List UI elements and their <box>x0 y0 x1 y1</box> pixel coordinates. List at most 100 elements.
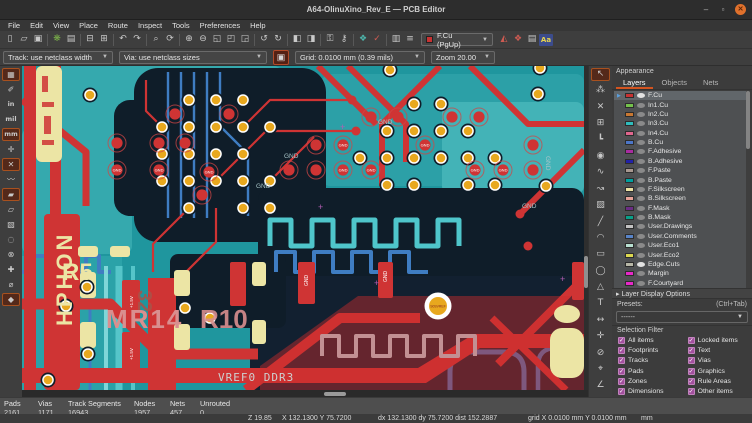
add-text-icon[interactable]: T <box>591 297 610 310</box>
layer-color-swatch[interactable] <box>625 281 634 286</box>
layer-visibility-eye-icon[interactable] <box>637 187 645 192</box>
layer-row-f-mask[interactable]: F.Mask <box>614 204 750 213</box>
canvas-horizontal-scrollbar[interactable] <box>22 390 588 397</box>
units-mm-icon[interactable]: mm <box>2 128 20 141</box>
checkbox-checked[interactable]: ✓ <box>618 337 625 344</box>
layer-color-swatch[interactable] <box>625 206 634 211</box>
checkbox-checked[interactable]: ✓ <box>618 378 625 385</box>
layer-color-swatch[interactable] <box>625 93 634 98</box>
layer-visibility-eye-icon[interactable] <box>637 281 645 286</box>
layer-color-swatch[interactable] <box>625 112 634 117</box>
local-ratsnest-icon[interactable]: ✕ <box>591 101 610 114</box>
find-icon[interactable]: ⌕ <box>149 32 163 47</box>
high-contrast-mode-icon[interactable]: ◆ <box>2 293 20 306</box>
layer-visibility-eye-icon[interactable] <box>637 140 645 145</box>
layer-color-swatch[interactable] <box>625 168 634 173</box>
menu-view[interactable]: View <box>48 21 74 30</box>
text-variables-icon[interactable]: Aa <box>539 34 553 46</box>
grid-settings-icon[interactable]: ✐ <box>2 83 20 96</box>
layer-row-b-silkscreen[interactable]: B.Silkscreen <box>614 194 750 203</box>
grid-dropdown[interactable]: Grid: 0.0100 mm (0.39 mils)▼ <box>295 51 425 64</box>
draw-zone-icon[interactable]: ▨ <box>591 199 610 212</box>
via-size-dropdown[interactable]: Via: use netclass sizes▼ <box>119 51 267 64</box>
layer-color-swatch[interactable] <box>625 159 634 164</box>
active-layer-dropdown[interactable]: F.Cu (PgUp)▼ <box>421 33 493 46</box>
layer-visibility-eye-icon[interactable] <box>637 234 645 239</box>
checkbox-checked[interactable]: ✓ <box>688 337 695 344</box>
flip-board-view-icon[interactable]: ◭ <box>497 32 511 47</box>
presets-dropdown[interactable]: ------ ▼ <box>616 311 748 323</box>
layer-visibility-eye-icon[interactable] <box>637 215 645 220</box>
layer-visibility-eye-icon[interactable] <box>637 131 645 136</box>
layer-visibility-eye-icon[interactable] <box>637 253 645 258</box>
show-ratsnest-icon[interactable]: ❖ <box>356 32 370 47</box>
align-items-icon[interactable]: ✛ <box>591 330 610 343</box>
layer-row-edge-cuts[interactable]: Edge.Cuts <box>614 260 750 269</box>
grid-visibility-icon[interactable]: ▦ <box>2 68 20 81</box>
track-sketch-mode-icon[interactable]: ✚ <box>2 263 20 276</box>
layer-color-swatch[interactable] <box>625 140 634 145</box>
new-board-icon[interactable]: ▯ <box>3 32 17 47</box>
checkbox-checked[interactable]: ✓ <box>618 388 625 395</box>
zoom-dropdown[interactable]: Zoom 20.00▼ <box>431 51 495 64</box>
layer-row-margin[interactable]: Margin <box>614 269 750 278</box>
lock-icon[interactable]: ⚿ <box>323 32 337 47</box>
layer-list-scrollbar[interactable] <box>746 91 750 288</box>
redo-icon[interactable]: ↷ <box>130 32 144 47</box>
menu-preferences[interactable]: Preferences <box>195 21 245 30</box>
zoom-out-icon[interactable]: ⊖ <box>196 32 210 47</box>
layer-row-f-courtyard[interactable]: F.Courtyard <box>614 279 750 288</box>
layer-row-f-paste[interactable]: F.Paste <box>614 166 750 175</box>
menu-tools[interactable]: Tools <box>167 21 195 30</box>
layer-visibility-eye-icon[interactable] <box>637 159 645 164</box>
menu-file[interactable]: File <box>3 21 25 30</box>
draw-circle-icon[interactable]: ◯ <box>591 265 610 278</box>
layer-row-in4-cu[interactable]: In4.Cu <box>614 129 750 138</box>
footprint-checker-icon[interactable]: ✓ <box>370 32 384 47</box>
tab-objects[interactable]: Objects <box>655 77 694 89</box>
layer-visibility-eye-icon[interactable] <box>637 243 645 248</box>
pcb-canvas-area[interactable]: GND GND GND GND GND GND GND GND GND S0SV… <box>22 66 588 397</box>
layer-row-b-cu[interactable]: B.Cu <box>614 138 750 147</box>
via-sketch-mode-icon[interactable]: ⊗ <box>2 248 20 261</box>
layer-row-f-cu[interactable]: ▶F.Cu <box>614 91 750 100</box>
layer-row-user-comments[interactable]: User.Comments <box>614 232 750 241</box>
layer-visibility-eye-icon[interactable] <box>637 262 645 267</box>
zoom-selection-icon[interactable]: ◲ <box>238 32 252 47</box>
layer-row-b-mask[interactable]: B.Mask <box>614 213 750 222</box>
menu-help[interactable]: Help <box>245 21 270 30</box>
layer-color-swatch[interactable] <box>625 178 634 183</box>
layer-visibility-eye-icon[interactable] <box>637 224 645 229</box>
delete-tool-icon[interactable]: ⊘ <box>591 347 610 360</box>
tune-track-length-icon[interactable]: ↝ <box>591 183 610 196</box>
layer-color-swatch[interactable] <box>625 234 634 239</box>
checkbox-checked[interactable]: ✓ <box>688 357 695 364</box>
zoom-fit-page-icon[interactable]: ◱ <box>210 32 224 47</box>
checkbox-checked[interactable]: ✓ <box>688 378 695 385</box>
layer-visibility-eye-icon[interactable] <box>637 93 645 98</box>
rotate-ccw-icon[interactable]: ↺ <box>257 32 271 47</box>
pcb-canvas[interactable]: GND GND GND GND GND GND GND GND GND S0SV… <box>22 66 584 390</box>
layer-row-b-adhesive[interactable]: B.Adhesive <box>614 157 750 166</box>
canvas-vertical-scrollbar[interactable] <box>584 66 588 390</box>
clearance-outline-icon[interactable]: ⌀ <box>2 278 20 291</box>
layer-color-swatch[interactable] <box>625 262 634 267</box>
select-area-icon[interactable]: ◧ <box>290 32 304 47</box>
cursor-shape-icon[interactable]: ✛ <box>2 143 20 156</box>
plot-icon[interactable]: ⊞ <box>97 32 111 47</box>
layer-row-f-silkscreen[interactable]: F.Silkscreen <box>614 185 750 194</box>
layer-color-swatch[interactable] <box>625 215 634 220</box>
close-button[interactable]: ✕ <box>735 4 746 15</box>
layer-color-swatch[interactable] <box>625 243 634 248</box>
footprint-editor-icon[interactable]: ❖ <box>511 32 525 47</box>
paste-special-icon[interactable]: ◨ <box>304 32 318 47</box>
interactive-router-toggle[interactable]: ▣ <box>273 50 289 65</box>
layer-row-in3-cu[interactable]: In3.Cu <box>614 119 750 128</box>
script-console-icon[interactable]: ≡ <box>403 32 417 47</box>
page-settings-icon[interactable]: ▤ <box>64 32 78 47</box>
layer-row-user-drawings[interactable]: User.Drawings <box>614 222 750 231</box>
drill-origin-icon[interactable]: ⌖ <box>591 363 610 376</box>
units-mils-icon[interactable]: mil <box>2 113 20 126</box>
pad-sketch-mode-icon[interactable]: ◌ <box>2 233 20 246</box>
draw-arc-icon[interactable]: ◠ <box>591 232 610 245</box>
